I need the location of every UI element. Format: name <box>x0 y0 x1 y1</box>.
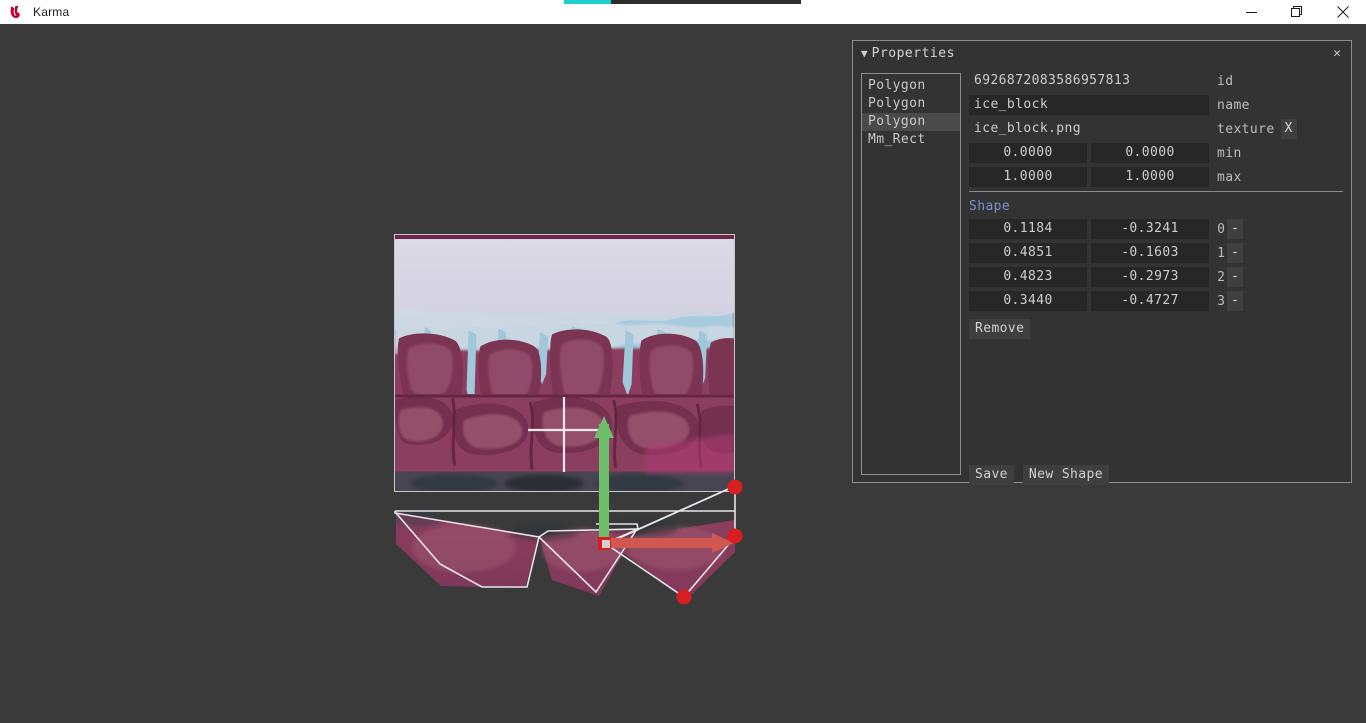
shape-point-row[interactable]: 0.1184 -0.3241 0 - <box>969 219 1343 239</box>
shape-point-index: 2 <box>1217 269 1225 285</box>
name-row[interactable]: ice_block name <box>969 95 1343 115</box>
id-row: 6926872083586957813 id <box>969 71 1343 91</box>
window-controls <box>1228 0 1366 24</box>
shape-point-row[interactable]: 0.4823 -0.2973 2 - <box>969 267 1343 287</box>
id-value: 6926872083586957813 <box>974 73 1131 88</box>
sprite-collision-area <box>388 492 735 604</box>
object-list[interactable]: Polygon Polygon Polygon Mm_Rect <box>861 73 961 475</box>
list-item[interactable]: Polygon <box>862 113 960 131</box>
loading-progress-fill <box>564 0 612 4</box>
shape-point-x-input[interactable]: 0.3440 <box>969 291 1087 311</box>
texture-clear-button[interactable]: X <box>1280 119 1297 139</box>
texture-value[interactable]: ice_block.png <box>969 119 1209 139</box>
name-label: name <box>1217 97 1250 113</box>
shape-point-index: 0 <box>1217 221 1225 237</box>
properties-panel[interactable]: ▼ Properties ✕ Polygon Polygon Polygon M… <box>852 40 1352 485</box>
max-label: max <box>1217 169 1242 185</box>
maximize-button[interactable] <box>1274 0 1320 24</box>
remove-shape-button[interactable]: Remove <box>969 319 1031 339</box>
texture-label: texture <box>1217 121 1275 137</box>
chevron-down-icon[interactable]: ▼ <box>861 48 868 59</box>
shape-point-y-input[interactable]: -0.1603 <box>1091 243 1209 263</box>
karma-logo-icon <box>9 4 25 20</box>
close-icon[interactable]: ✕ <box>1329 45 1345 61</box>
shape-point-remove-button[interactable]: - <box>1227 243 1243 263</box>
texture-row[interactable]: ice_block.png texture X <box>969 119 1343 139</box>
id-label: id <box>1217 73 1234 89</box>
min-row[interactable]: 0.0000 0.0000 min <box>969 143 1343 163</box>
collision-fill <box>388 509 735 600</box>
min-y-input[interactable]: 0.0000 <box>1091 143 1209 163</box>
shape-point-remove-button[interactable]: - <box>1227 267 1243 287</box>
min-label: min <box>1217 145 1242 161</box>
shape-point-row[interactable]: 0.3440 -0.4727 3 - <box>969 291 1343 311</box>
min-x-input[interactable]: 0.0000 <box>969 143 1087 163</box>
shape-point-remove-button[interactable]: - <box>1227 219 1243 239</box>
panel-title: Properties <box>871 45 955 61</box>
shape-point-y-input[interactable]: -0.4727 <box>1091 291 1209 311</box>
shape-point-index: 1 <box>1217 245 1225 261</box>
loading-progress-bar <box>564 0 801 4</box>
properties-fields: 6926872083586957813 id ice_block name ic… <box>969 71 1343 474</box>
max-x-input[interactable]: 1.0000 <box>969 167 1087 187</box>
list-item[interactable]: Mm_Rect <box>862 131 960 149</box>
close-button[interactable] <box>1320 0 1366 24</box>
shape-point-x-input[interactable]: 0.1184 <box>969 219 1087 239</box>
shape-point-remove-button[interactable]: - <box>1227 291 1243 311</box>
new-shape-button[interactable]: New Shape <box>1022 465 1109 485</box>
list-item[interactable]: Polygon <box>862 77 960 95</box>
shape-point-index: 3 <box>1217 293 1225 309</box>
app-title: Karma <box>33 5 70 19</box>
shape-point-x-input[interactable]: 0.4851 <box>969 243 1087 263</box>
ice-block-sprite <box>395 235 734 491</box>
shape-point-y-input[interactable]: -0.3241 <box>1091 219 1209 239</box>
sprite-frame <box>394 234 735 492</box>
shape-point-row[interactable]: 0.4851 -0.1603 1 - <box>969 243 1343 263</box>
max-row[interactable]: 1.0000 1.0000 max <box>969 167 1343 187</box>
shape-point-x-input[interactable]: 0.4823 <box>969 267 1087 287</box>
name-input[interactable]: ice_block <box>969 95 1209 115</box>
minimize-button[interactable] <box>1228 0 1274 24</box>
shape-section-header: Shape <box>969 199 1011 214</box>
section-divider <box>969 191 1343 192</box>
list-item[interactable]: Polygon <box>862 95 960 113</box>
properties-header[interactable]: ▼ Properties <box>853 41 1351 65</box>
save-button[interactable]: Save <box>969 465 1014 485</box>
max-y-input[interactable]: 1.0000 <box>1091 167 1209 187</box>
panel-actions: Save New Shape <box>969 465 1109 485</box>
shape-point-y-input[interactable]: -0.2973 <box>1091 267 1209 287</box>
